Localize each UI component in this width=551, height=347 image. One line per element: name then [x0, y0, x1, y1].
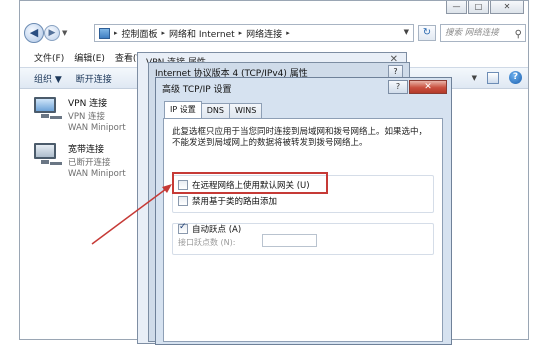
- connection-name: 宽带连接: [68, 145, 105, 155]
- connection-device: WAN Miniport: [68, 123, 126, 133]
- advanced-tcpip-dialog: 高级 TCP/IP 设置 ? ✕ IP 设置 DNS WINS 此复选框只应用于…: [155, 77, 452, 345]
- crumb-control-panel[interactable]: 控制面板: [122, 27, 158, 40]
- menu-file[interactable]: 文件(F): [34, 51, 64, 64]
- tab-dns[interactable]: DNS: [200, 103, 230, 118]
- broadband-connection-icon: [32, 141, 62, 171]
- connection-item-broadband[interactable]: 宽带连接 已断开连接 WAN Miniport: [32, 141, 126, 179]
- annotation-highlight-box: [172, 172, 328, 194]
- disable-device-button[interactable]: 断开连接: [76, 72, 112, 85]
- connection-name: VPN 连接: [68, 99, 108, 109]
- crumb-network-connections[interactable]: 网络连接: [246, 27, 282, 40]
- disable-class-route-checkbox[interactable]: [178, 196, 188, 206]
- menu-edit[interactable]: 编辑(E): [74, 51, 105, 64]
- connection-item-vpn[interactable]: VPN 连接 VPN 连接 WAN Miniport: [32, 95, 126, 133]
- history-dropdown-icon[interactable]: ▼: [62, 29, 67, 37]
- view-controls: ▼ ?: [472, 71, 522, 84]
- connection-device: WAN Miniport: [68, 169, 126, 179]
- back-button[interactable]: ◀: [24, 23, 44, 43]
- forward-button[interactable]: ▶: [44, 25, 60, 41]
- minimize-button[interactable]: —: [446, 1, 467, 14]
- search-input[interactable]: 搜索 网络连接 ⚲: [440, 24, 526, 42]
- tab-wins[interactable]: WINS: [228, 103, 263, 118]
- ip-settings-panel: 此复选框只应用于当您同时连接到局域网和拨号网络上。如果选中，不能发送到局域网上的…: [163, 118, 443, 342]
- disable-class-route-label: 禁用基于类的路由添加: [192, 197, 278, 207]
- gateway-description: 此复选框只应用于当您同时连接到局域网和拨号网络上。如果选中，不能发送到局域网上的…: [172, 127, 428, 148]
- auto-metric-option[interactable]: 自动跃点 (A): [178, 222, 242, 235]
- address-dropdown-icon[interactable]: ▼: [404, 28, 409, 36]
- advanced-close-button[interactable]: ✕: [409, 80, 447, 94]
- menu-bar: 文件(F) 编辑(E) 查看(V: [20, 49, 143, 65]
- tab-strip: IP 设置 DNS WINS: [164, 101, 263, 118]
- disable-class-route-option[interactable]: 禁用基于类的路由添加: [178, 195, 277, 207]
- window-controls: — □ ✕: [446, 1, 524, 14]
- control-panel-icon: [99, 27, 110, 39]
- close-button[interactable]: ✕: [490, 1, 524, 14]
- crumb-network-internet[interactable]: 网络和 Internet: [169, 27, 235, 40]
- auto-metric-label: 自动跃点 (A): [192, 225, 242, 235]
- view-options-dropdown-icon[interactable]: ▼: [472, 74, 477, 82]
- maximize-button[interactable]: □: [468, 1, 489, 14]
- advanced-dialog-controls: ? ✕: [388, 80, 447, 94]
- help-icon[interactable]: ?: [509, 71, 522, 84]
- preview-pane-icon[interactable]: [487, 71, 499, 84]
- advanced-dialog-title: 高级 TCP/IP 设置: [162, 85, 232, 95]
- auto-metric-checkbox[interactable]: [178, 222, 188, 234]
- address-row: ◀ ▶ ▼ ▸ 控制面板 ▸ 网络和 Internet ▸ 网络连接 ▸ ▼ ↻…: [20, 21, 528, 45]
- crumb-separator: ▸: [161, 29, 166, 37]
- search-icon[interactable]: ⚲: [515, 27, 522, 43]
- vpn-connection-icon: [32, 95, 62, 125]
- connection-status: VPN 连接: [68, 112, 106, 122]
- tab-ip-settings[interactable]: IP 设置: [164, 101, 202, 118]
- interface-metric-input[interactable]: [262, 234, 317, 247]
- address-bar[interactable]: ▸ 控制面板 ▸ 网络和 Internet ▸ 网络连接 ▸ ▼: [94, 24, 414, 42]
- crumb-separator: ▸: [114, 29, 118, 37]
- interface-metric-label: 接口跃点数 (N):: [178, 238, 236, 247]
- organize-button[interactable]: 组织 ▼: [34, 72, 62, 85]
- crumb-separator: ▸: [238, 29, 243, 37]
- refresh-button[interactable]: ↻: [418, 25, 436, 41]
- crumb-separator: ▸: [286, 29, 290, 37]
- advanced-help-button[interactable]: ?: [388, 80, 408, 94]
- search-placeholder: 搜索 网络连接: [445, 28, 499, 38]
- connection-status: 已断开连接: [68, 158, 111, 168]
